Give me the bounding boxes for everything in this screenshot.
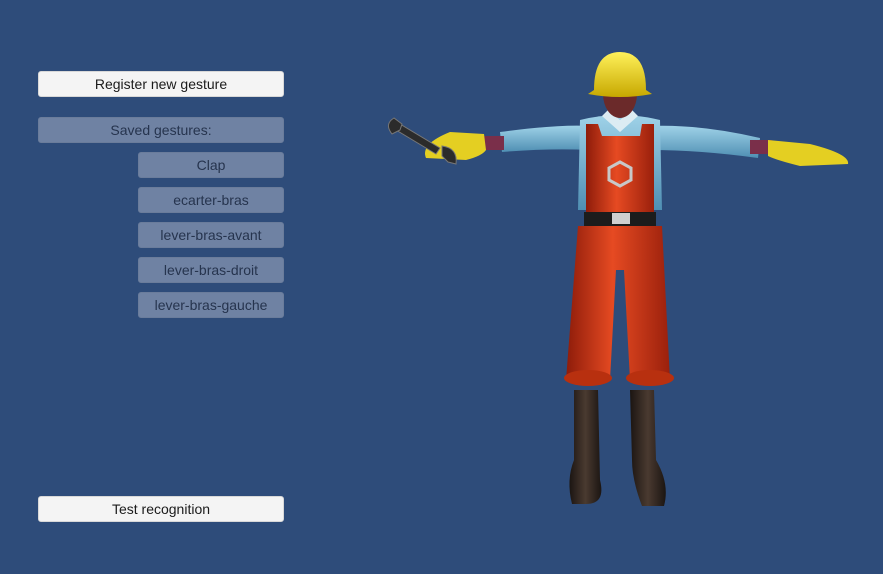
hard-hat (588, 52, 652, 97)
gesture-button-lever-bras-gauche[interactable]: lever-bras-gauche (138, 292, 284, 318)
pants (566, 226, 670, 380)
overall-bib (586, 124, 654, 216)
worker-character-model (388, 52, 849, 506)
register-new-gesture-button[interactable]: Register new gesture (38, 71, 284, 97)
right-boot (630, 390, 666, 506)
gesture-button-clap[interactable]: Clap (138, 152, 284, 178)
left-arm (500, 125, 590, 152)
test-recognition-button[interactable]: Test recognition (38, 496, 284, 522)
right-arm (650, 125, 760, 158)
left-boot (569, 390, 602, 504)
gesture-button-lever-bras-droit[interactable]: lever-bras-droit (138, 257, 284, 283)
saved-gestures-label: Saved gestures: (38, 117, 284, 143)
gesture-button-lever-bras-avant[interactable]: lever-bras-avant (138, 222, 284, 248)
right-glove (768, 140, 849, 166)
gesture-button-ecarter-bras[interactable]: ecarter-bras (138, 187, 284, 213)
